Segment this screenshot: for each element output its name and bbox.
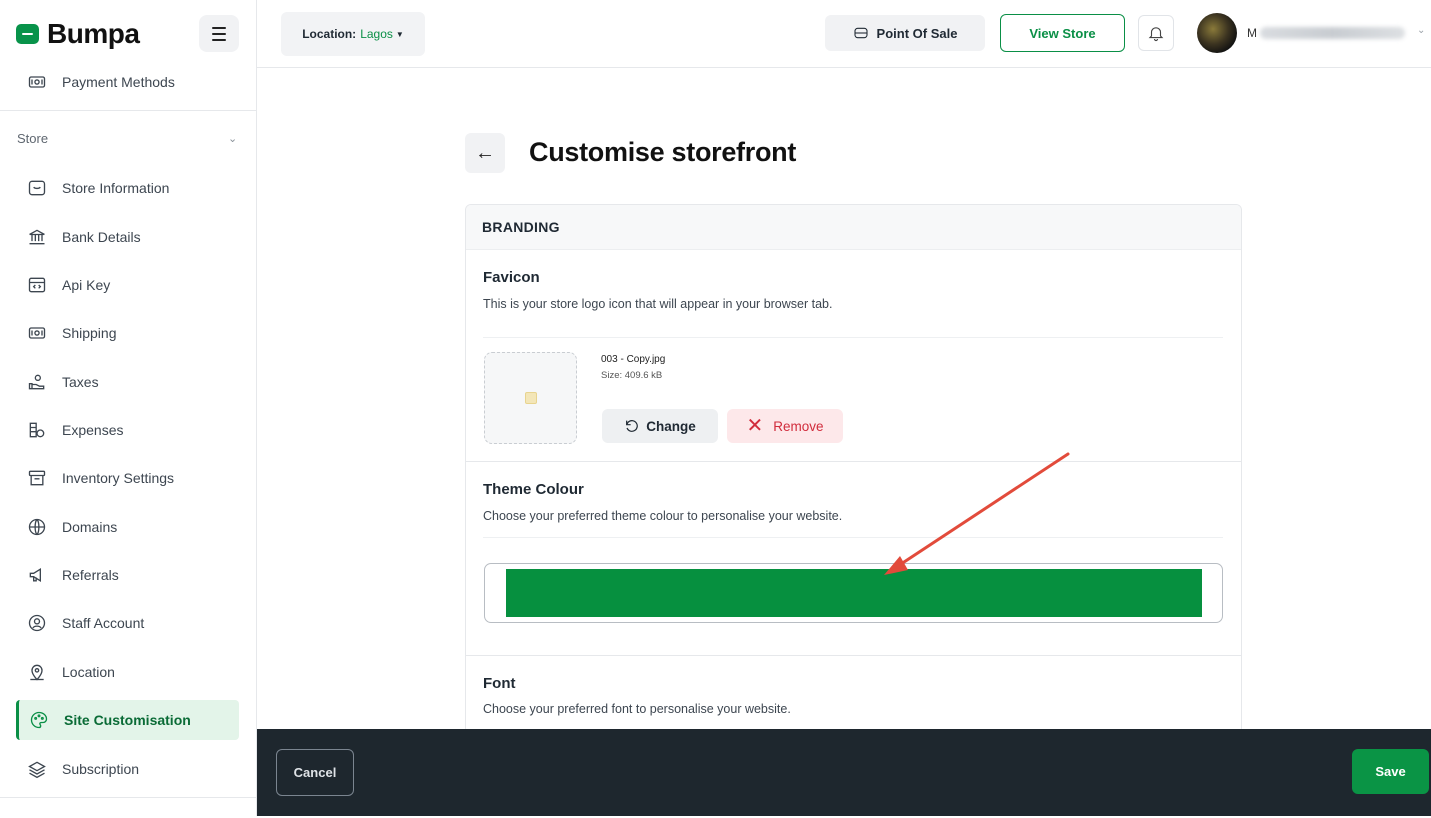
theme-colour-picker[interactable]: [484, 563, 1223, 623]
close-icon: ✕: [746, 415, 764, 437]
storefront-icon: [26, 177, 48, 199]
change-label: Change: [646, 418, 696, 434]
location-user-icon: [26, 661, 48, 683]
section-divider: [466, 655, 1241, 656]
location-dropdown[interactable]: Location: Lagos ▼: [281, 12, 425, 56]
hand-coins-icon: [26, 371, 48, 393]
menu-toggle-button[interactable]: [199, 15, 239, 52]
palette-icon: [28, 709, 50, 731]
cancel-button[interactable]: Cancel: [276, 749, 354, 796]
chevron-down-icon[interactable]: ⌄: [1417, 25, 1425, 36]
branding-header: BRANDING: [466, 205, 1241, 250]
sidebar-item-payment-methods[interactable]: Payment Methods: [16, 62, 239, 102]
sidebar-item-label: Staff Account: [62, 615, 145, 631]
sidebar-section-store[interactable]: Store: [17, 131, 48, 146]
code-icon: [26, 274, 48, 296]
bumpa-logo-icon: [16, 24, 39, 44]
sidebar-item-store-information[interactable]: Store Information: [16, 168, 239, 208]
sidebar-item-staff-account[interactable]: Staff Account: [16, 603, 239, 643]
location-value: Lagos: [360, 27, 393, 41]
action-footer: Cancel Save: [257, 729, 1431, 818]
location-label: Location:: [302, 27, 357, 41]
hamburger-icon-line: [212, 26, 226, 29]
cash-icon: [26, 71, 48, 93]
cash-icon: [26, 322, 48, 344]
arrow-left-icon: ←: [475, 141, 495, 164]
theme-colour-title: Theme Colour: [483, 481, 584, 498]
sidebar-divider: [0, 110, 257, 111]
sidebar-item-label: Expenses: [62, 422, 124, 438]
pos-terminal-icon: [854, 27, 868, 39]
save-button[interactable]: Save: [1352, 749, 1429, 794]
sidebar-item-label: Location: [62, 664, 115, 680]
branding-card: BRANDING Favicon This is your store logo…: [465, 204, 1242, 734]
theme-colour-swatch: [506, 569, 1202, 617]
point-of-sale-button[interactable]: Point Of Sale: [825, 15, 985, 51]
bank-icon: [26, 226, 48, 248]
sidebar-item-bank-details[interactable]: Bank Details: [16, 217, 239, 257]
font-title: Font: [483, 675, 516, 692]
divider: [483, 337, 1223, 338]
sidebar-item-site-customisation[interactable]: Site Customisation: [16, 700, 239, 740]
topbar: Location: Lagos ▼ Point Of Sale View Sto…: [257, 0, 1431, 68]
sidebar-item-label: Taxes: [62, 374, 99, 390]
remove-label: Remove: [773, 418, 824, 434]
sidebar-item-label: Payment Methods: [62, 74, 175, 90]
sidebar-item-expenses[interactable]: Expenses: [16, 410, 239, 450]
theme-colour-description: Choose your preferred theme colour to pe…: [483, 509, 843, 523]
favicon-preview[interactable]: [484, 352, 577, 444]
hamburger-icon-line: [212, 32, 226, 35]
sidebar-item-domains[interactable]: Domains: [16, 507, 239, 547]
sidebar-item-location[interactable]: Location: [16, 652, 239, 692]
hamburger-icon-line: [212, 38, 226, 41]
section-divider: [466, 461, 1241, 462]
caret-down-icon: ▼: [395, 29, 404, 39]
file-size: Size: 409.6 kB: [601, 370, 663, 381]
sidebar-item-taxes[interactable]: Taxes: [16, 362, 239, 402]
sidebar-item-label: Domains: [62, 519, 118, 535]
sidebar: Bumpa Payment Methods Store ⌄ Store Info…: [0, 0, 257, 818]
sidebar-item-subscription[interactable]: Subscription: [16, 749, 239, 789]
sidebar-item-label: Store Information: [62, 180, 170, 196]
chevron-down-icon[interactable]: ⌄: [228, 132, 237, 145]
user-name-redacted: [1260, 27, 1405, 39]
sidebar-item-label: Inventory Settings: [62, 470, 175, 486]
divider: [483, 537, 1223, 538]
page-title: Customise storefront: [529, 137, 797, 167]
user-name[interactable]: M: [1247, 26, 1257, 40]
sidebar-item-label: Bank Details: [62, 229, 141, 245]
sidebar-item-shipping[interactable]: Shipping: [16, 313, 239, 353]
globe-icon: [26, 516, 48, 538]
user-circle-icon: [26, 612, 48, 634]
sidebar-item-label: Site Customisation: [64, 712, 191, 728]
layers-icon: [26, 758, 48, 780]
archive-box-icon: [26, 467, 48, 489]
sidebar-item-api-key[interactable]: Api Key: [16, 265, 239, 305]
font-description: Choose your preferred font to personalis…: [483, 702, 791, 716]
point-of-sale-label: Point Of Sale: [876, 25, 958, 41]
file-name: 003 - Copy.jpg: [601, 354, 666, 365]
rotate-ccw-icon: [626, 420, 639, 432]
back-button[interactable]: ←: [465, 133, 505, 173]
favicon-title: Favicon: [483, 269, 540, 286]
sidebar-item-label: Subscription: [62, 761, 140, 777]
sidebar-item-label: Referrals: [62, 567, 119, 583]
favicon-description: This is your store logo icon that will a…: [483, 297, 833, 311]
view-store-button[interactable]: View Store: [1000, 14, 1125, 52]
sidebar-item-label: Shipping: [62, 325, 117, 341]
change-favicon-button[interactable]: Change: [602, 409, 718, 443]
avatar[interactable]: [1197, 13, 1237, 53]
sidebar-divider: [0, 797, 257, 798]
bell-icon: [1148, 27, 1164, 41]
remove-favicon-button[interactable]: ✕ Remove: [727, 409, 843, 443]
coins-icon: [26, 419, 48, 441]
sidebar-item-referrals[interactable]: Referrals: [16, 555, 239, 595]
megaphone-icon: [26, 564, 48, 586]
notifications-button[interactable]: [1138, 15, 1174, 51]
sidebar-item-inventory-settings[interactable]: Inventory Settings: [16, 458, 239, 498]
brand-name: Bumpa: [47, 18, 140, 49]
favicon-image: [524, 392, 537, 404]
sidebar-item-label: Api Key: [62, 277, 111, 293]
